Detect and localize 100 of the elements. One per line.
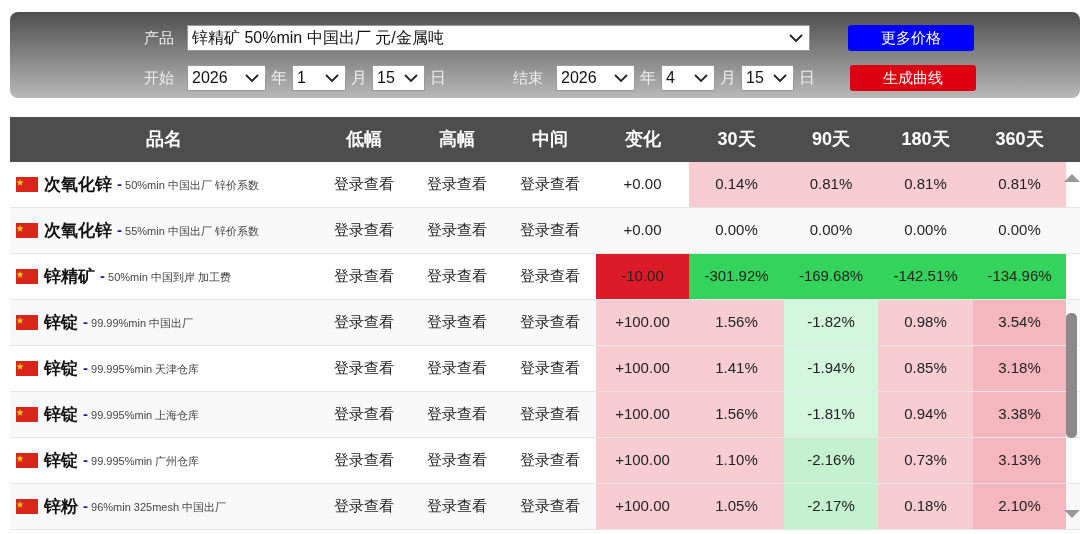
percent-cell: 1.10% <box>689 438 784 483</box>
login-to-view-cell[interactable]: 登录查看 <box>503 392 596 437</box>
flag-icon <box>16 499 38 514</box>
flag-icon <box>16 407 38 422</box>
field-label: 结束 <box>513 67 544 88</box>
login-to-view-cell[interactable]: 登录查看 <box>318 300 410 345</box>
column-header: 高幅 <box>437 128 476 151</box>
login-to-view-cell[interactable]: 登录查看 <box>318 254 410 299</box>
login-to-view-cell[interactable]: 登录查看 <box>410 346 503 391</box>
column-header: 180天 <box>900 128 951 151</box>
change-cell: +100.00 <box>596 300 689 345</box>
product-spec: - 96%min 325mesh 中国出厂 <box>83 496 227 517</box>
login-to-view-cell[interactable]: 登录查看 <box>318 484 410 529</box>
percent-cell: 1.05% <box>689 484 784 529</box>
login-to-view-cell[interactable]: 登录查看 <box>318 392 410 437</box>
login-to-view-cell[interactable]: 登录查看 <box>503 254 596 299</box>
unit-label: 年 <box>640 68 656 88</box>
percent-cell: 0.18% <box>878 484 973 529</box>
percent-cell: 0.14% <box>689 162 784 207</box>
percent-cell: -134.96% <box>973 254 1066 299</box>
chevron-down-icon <box>694 73 708 83</box>
change-cell: +100.00 <box>596 392 689 437</box>
product-select[interactable]: 锌精矿 50%min 中国出厂 元/金属吨 <box>187 25 810 51</box>
column-header: 变化 <box>623 128 662 151</box>
flag-icon <box>16 453 38 468</box>
percent-cell: 0.81% <box>784 162 878 207</box>
date-select[interactable]: 15 <box>372 65 425 91</box>
percent-cell: 1.56% <box>689 392 784 437</box>
product-spec: - 50%min 中国出厂 锌价系数 <box>117 174 259 195</box>
date-select[interactable]: 4 <box>661 65 715 91</box>
unit-label: 月 <box>720 68 736 88</box>
change-cell: +100.00 <box>596 438 689 483</box>
flag-icon <box>16 315 38 330</box>
chevron-down-icon <box>245 73 259 83</box>
percent-cell: -1.94% <box>784 346 878 391</box>
date-select[interactable]: 2026 <box>556 65 635 91</box>
percent-cell: 0.94% <box>878 392 973 437</box>
login-to-view-cell[interactable]: 登录查看 <box>410 254 503 299</box>
column-header: 360天 <box>994 128 1045 151</box>
change-cell: +100.00 <box>596 484 689 529</box>
percent-cell: 3.13% <box>973 438 1066 483</box>
date-select[interactable]: 2026 <box>187 65 266 91</box>
percent-cell: 0.81% <box>973 162 1066 207</box>
login-to-view-cell[interactable]: 登录查看 <box>410 484 503 529</box>
product-spec: - 55%min 中国出厂 锌价系数 <box>117 220 259 241</box>
product-spec: - 99.995%min 天津仓库 <box>83 358 200 379</box>
login-to-view-cell[interactable]: 登录查看 <box>318 208 410 253</box>
login-to-view-cell[interactable]: 登录查看 <box>410 300 503 345</box>
percent-cell: 3.54% <box>973 300 1066 345</box>
product-name: 锌锭 <box>44 449 78 472</box>
unit-label: 年 <box>271 68 287 88</box>
product-name: 锌锭 <box>44 357 78 380</box>
chevron-down-icon <box>614 73 628 83</box>
product-name: 锌精矿 <box>44 265 95 288</box>
change-cell: -10.00 <box>596 254 689 299</box>
login-to-view-cell[interactable]: 登录查看 <box>503 484 596 529</box>
percent-cell: 3.38% <box>973 392 1066 437</box>
product-name: 锌粉 <box>44 495 78 518</box>
flag-icon <box>16 223 38 238</box>
generate-curve-button[interactable]: 生成曲线 <box>850 65 976 91</box>
percent-cell: -142.51% <box>878 254 973 299</box>
column-header: 中间 <box>530 128 569 151</box>
percent-cell: 0.73% <box>878 438 973 483</box>
percent-cell: 0.81% <box>878 162 973 207</box>
column-header: 低幅 <box>344 128 383 151</box>
more-prices-button[interactable]: 更多价格 <box>848 25 974 51</box>
login-to-view-cell[interactable]: 登录查看 <box>503 438 596 483</box>
product-name: 次氧化锌 <box>44 219 112 242</box>
flag-icon <box>16 361 38 376</box>
date-select[interactable]: 1 <box>292 65 346 91</box>
column-header: 30天 <box>716 128 757 151</box>
percent-cell: -301.92% <box>689 254 784 299</box>
product-name: 锌锭 <box>44 403 78 426</box>
chevron-down-icon <box>789 33 803 43</box>
login-to-view-cell[interactable]: 登录查看 <box>503 162 596 207</box>
login-to-view-cell[interactable]: 登录查看 <box>503 300 596 345</box>
product-name: 次氧化锌 <box>44 173 112 196</box>
percent-cell: 2.10% <box>973 484 1066 529</box>
percent-cell: -1.81% <box>784 392 878 437</box>
chevron-down-icon <box>325 73 339 83</box>
login-to-view-cell[interactable]: 登录查看 <box>410 162 503 207</box>
login-to-view-cell[interactable]: 登录查看 <box>318 346 410 391</box>
field-label: 开始 <box>144 67 175 88</box>
unit-label: 日 <box>799 68 815 88</box>
product-name: 锌锭 <box>44 311 78 334</box>
login-to-view-cell[interactable]: 登录查看 <box>410 438 503 483</box>
unit-label: 日 <box>430 68 446 88</box>
percent-cell: 1.41% <box>689 346 784 391</box>
login-to-view-cell[interactable]: 登录查看 <box>318 162 410 207</box>
login-to-view-cell[interactable]: 登录查看 <box>318 438 410 483</box>
unit-label: 月 <box>351 68 367 88</box>
login-to-view-cell[interactable]: 登录查看 <box>503 208 596 253</box>
percent-cell: 0.98% <box>878 300 973 345</box>
percent-cell: 0.85% <box>878 346 973 391</box>
login-to-view-cell[interactable]: 登录查看 <box>410 392 503 437</box>
chevron-down-icon <box>773 73 787 83</box>
date-select[interactable]: 15 <box>741 65 794 91</box>
login-to-view-cell[interactable]: 登录查看 <box>503 346 596 391</box>
login-to-view-cell[interactable]: 登录查看 <box>410 208 503 253</box>
change-cell: +100.00 <box>596 346 689 391</box>
